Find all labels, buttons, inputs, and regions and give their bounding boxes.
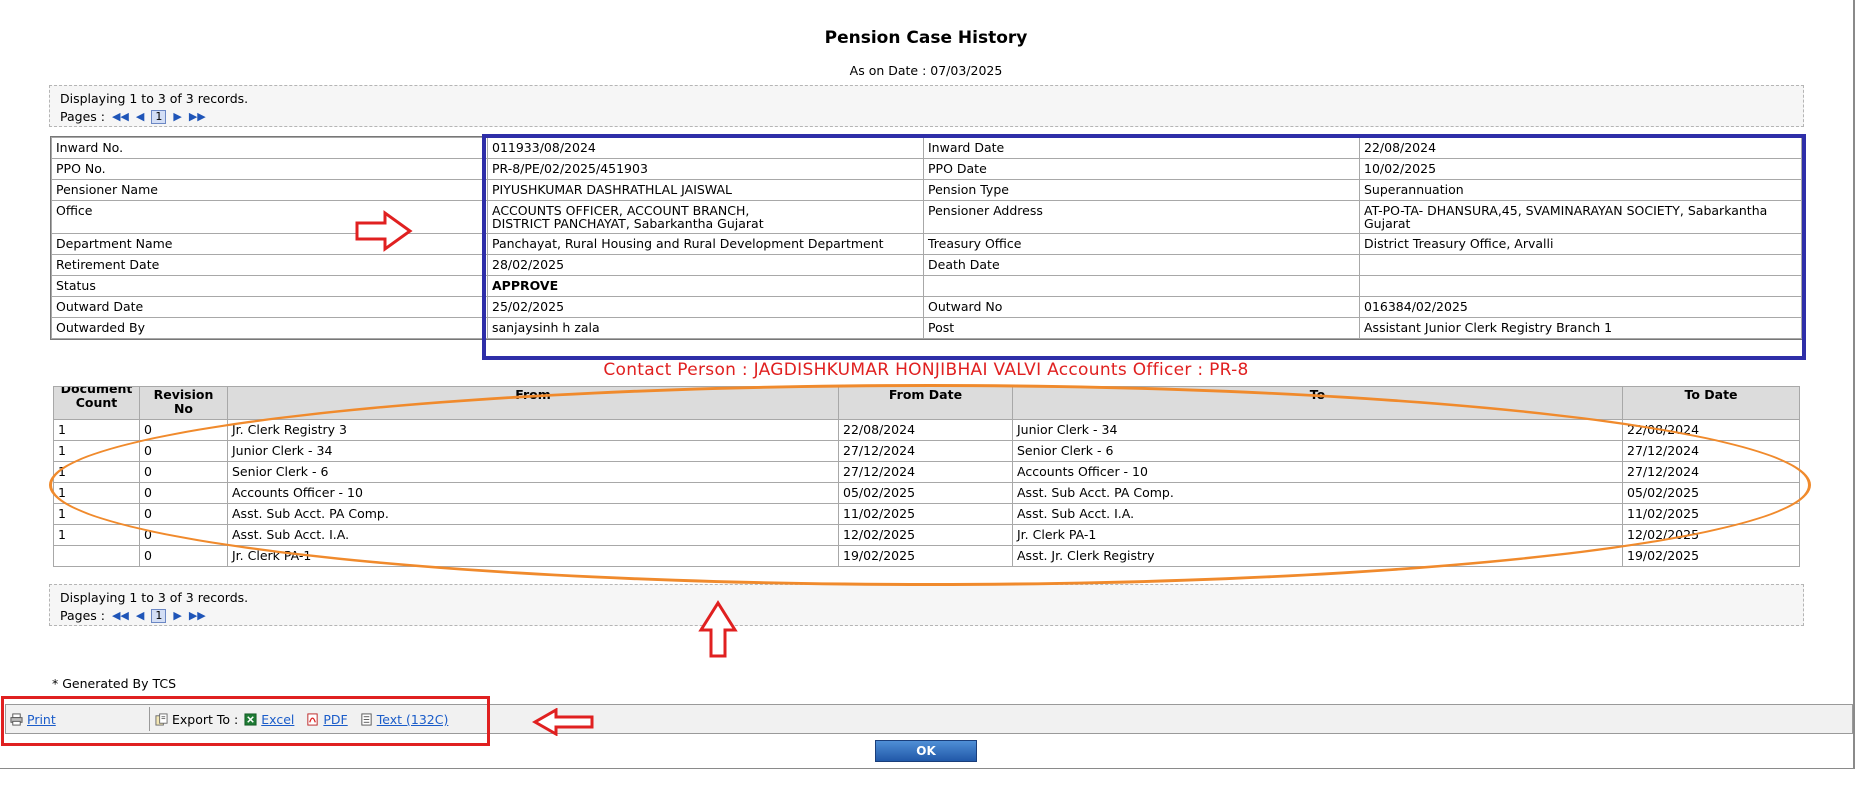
annotation-right-arrow (355, 210, 413, 252)
info-label: Outward Date (51, 296, 488, 318)
first-page-icon[interactable]: ◀◀ (112, 609, 129, 623)
info-label: Inward No. (51, 137, 488, 159)
next-page-icon[interactable]: ▶ (173, 110, 181, 124)
annotation-up-arrow (698, 600, 738, 658)
info-label: Department Name (51, 233, 488, 255)
info-label: Retirement Date (51, 254, 488, 276)
dialog-right-border (1853, 0, 1855, 768)
last-page-icon[interactable]: ▶▶ (189, 110, 206, 124)
dialog-bottom-border (0, 768, 1855, 769)
page-number[interactable]: 1 (151, 109, 167, 124)
ok-button[interactable]: OK (875, 740, 977, 762)
header-document-count: Document Count (53, 386, 140, 420)
next-page-icon[interactable]: ▶ (173, 609, 181, 623)
header-revision-no: Revision No (139, 386, 228, 420)
cell-document-count (53, 545, 140, 567)
annotation-red-rectangle (1, 696, 490, 746)
pages-label-bottom: Pages : (60, 608, 105, 623)
header-document-count-line2: Count (75, 395, 118, 410)
info-label: Status (51, 275, 488, 297)
page-title: Pension Case History (824, 28, 1028, 48)
info-label: Pensioner Name (51, 179, 488, 201)
first-page-icon[interactable]: ◀◀ (112, 110, 129, 124)
cell-document-count: 1 (53, 524, 140, 546)
cell-document-count: 1 (53, 419, 140, 441)
info-label: Office (51, 200, 488, 234)
info-label: PPO No. (51, 158, 488, 180)
prev-page-icon[interactable]: ◀ (136, 110, 144, 124)
cell-revision-no: 0 (139, 545, 228, 567)
pages-label: Pages : (60, 109, 105, 124)
last-page-icon[interactable]: ▶▶ (189, 609, 206, 623)
pager-top: Displaying 1 to 3 of 3 records. Pages : … (49, 85, 1804, 127)
contact-person: Contact Person : JAGDISHKUMAR HONJIBHAI … (603, 360, 1249, 380)
generated-by-note: * Generated By TCS (52, 676, 177, 691)
pages-row: Pages : ◀◀ ◀ 1 ▶ ▶▶ (60, 109, 206, 124)
info-label: Outwarded By (51, 317, 488, 339)
cell-to-date: 19/02/2025 (1622, 545, 1800, 567)
annotation-blue-rectangle (482, 134, 1806, 360)
as-on-date: As on Date : 07/03/2025 (849, 63, 1003, 78)
records-count-bottom: Displaying 1 to 3 of 3 records. (60, 590, 249, 605)
records-count: Displaying 1 to 3 of 3 records. (60, 91, 249, 106)
page-number-bottom[interactable]: 1 (151, 608, 167, 623)
annotation-orange-ellipse (49, 384, 1811, 586)
pager-bottom: Displaying 1 to 3 of 3 records. Pages : … (49, 584, 1804, 626)
header-to-date: To Date (1622, 386, 1800, 420)
pages-row-bottom: Pages : ◀◀ ◀ 1 ▶ ▶▶ (60, 608, 206, 623)
annotation-left-arrow (532, 708, 594, 736)
prev-page-icon[interactable]: ◀ (136, 609, 144, 623)
